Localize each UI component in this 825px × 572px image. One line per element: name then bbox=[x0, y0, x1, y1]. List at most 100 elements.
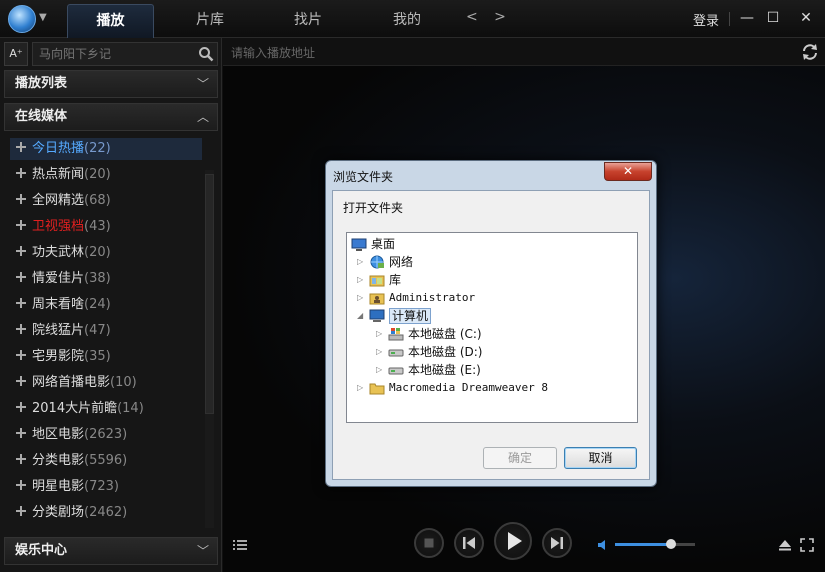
media-item-name: 院线猛片 bbox=[32, 323, 85, 338]
tab-find[interactable]: 找片 bbox=[266, 4, 350, 38]
online-media-item[interactable]: 卫视强档(43) bbox=[10, 216, 202, 238]
online-media-item[interactable]: 今日热播(22) bbox=[10, 138, 202, 160]
tree-expander-icon[interactable]: ▷ bbox=[376, 325, 382, 343]
tab-library[interactable]: 片库 bbox=[168, 4, 252, 38]
online-media-item[interactable]: 地区电影(2623) bbox=[10, 424, 202, 446]
next-button[interactable] bbox=[542, 528, 572, 558]
online-media-item[interactable]: 热点新闻(20) bbox=[10, 164, 202, 186]
media-item-count: (2623) bbox=[84, 427, 128, 442]
folder-tree[interactable]: 桌面 ▷ 网络 ▷ 库 ▷ Administrator ◢ 计算机 ▷ 本地磁盘 (C:) ▷ 本地磁盘… bbox=[346, 232, 638, 423]
media-item-name: 网络首播电影 bbox=[32, 375, 111, 390]
expand-plus-icon[interactable] bbox=[16, 428, 26, 438]
folder-tree-item[interactable]: ▷ 网络 bbox=[347, 253, 637, 271]
desktop-icon bbox=[351, 238, 367, 251]
url-input[interactable]: 请输入播放地址 bbox=[231, 44, 315, 61]
expand-plus-icon[interactable] bbox=[16, 324, 26, 334]
media-item-count: (22) bbox=[84, 141, 111, 156]
sidebar: A⁺ 播放列表 ﹀ 在线媒体 ︿ 今日热播(22) 热点新闻(20) 全网精选(68… bbox=[0, 38, 222, 572]
playlist-header[interactable]: 播放列表 ﹀ bbox=[4, 70, 218, 98]
expand-plus-icon[interactable] bbox=[16, 142, 26, 152]
expand-plus-icon[interactable] bbox=[16, 194, 26, 204]
login-button[interactable]: 登录 bbox=[693, 10, 719, 29]
online-media-item[interactable]: 网络首播电影(10) bbox=[10, 372, 202, 394]
media-item-name: 全网精选 bbox=[32, 193, 85, 208]
expand-plus-icon[interactable] bbox=[16, 402, 26, 412]
expand-plus-icon[interactable] bbox=[16, 220, 26, 230]
folder-tree-label: 本地磁盘 (E:) bbox=[408, 363, 481, 377]
folder-tree-item[interactable]: ▷ Administrator bbox=[347, 289, 637, 307]
online-media-item[interactable]: 明星电影(723) bbox=[10, 476, 202, 498]
folder-tree-item[interactable]: 桌面 bbox=[347, 235, 637, 253]
ok-button[interactable]: 确定 bbox=[483, 447, 557, 469]
media-item-count: (5596) bbox=[84, 453, 128, 468]
cancel-button[interactable]: 取消 bbox=[564, 447, 637, 469]
tree-expander-icon[interactable]: ▷ bbox=[357, 289, 363, 307]
expand-plus-icon[interactable] bbox=[16, 506, 26, 516]
online-media-item[interactable]: 院线猛片(47) bbox=[10, 320, 202, 342]
tab-nav-arrows[interactable]: < > bbox=[466, 9, 512, 25]
expand-plus-icon[interactable] bbox=[16, 168, 26, 178]
tree-expander-icon[interactable]: ▷ bbox=[357, 253, 363, 271]
previous-button[interactable] bbox=[454, 528, 484, 558]
tree-expander-icon[interactable]: ▷ bbox=[376, 361, 382, 379]
chevron-up-icon: ︿ bbox=[196, 110, 209, 124]
tab-play[interactable]: 播放 bbox=[67, 4, 154, 38]
search-input[interactable] bbox=[32, 42, 218, 66]
entertainment-header[interactable]: 娱乐中心 ﹀ bbox=[4, 537, 218, 565]
sidebar-scrollbar[interactable] bbox=[205, 170, 214, 528]
online-media-item[interactable]: 全网精选(68) bbox=[10, 190, 202, 212]
folder-tree-item[interactable]: ◢ 计算机 bbox=[347, 307, 637, 325]
eject-icon[interactable] bbox=[778, 538, 792, 552]
folder-tree-item[interactable]: ▷ 本地磁盘 (C:) bbox=[347, 325, 637, 343]
stop-button[interactable] bbox=[414, 528, 444, 558]
search-icon[interactable] bbox=[198, 46, 214, 62]
playlist-toggle-icon[interactable] bbox=[233, 539, 247, 551]
maximize-button[interactable]: ☐ bbox=[763, 8, 783, 28]
fullscreen-icon[interactable] bbox=[800, 538, 814, 552]
media-item-name: 情爱佳片 bbox=[32, 271, 85, 286]
folder-tree-item[interactable]: ▷ Macromedia Dreamweaver 8 bbox=[347, 379, 637, 397]
font-size-button[interactable]: A⁺ bbox=[4, 42, 28, 66]
folder-tree-item[interactable]: ▷ 本地磁盘 (D:) bbox=[347, 343, 637, 361]
expand-plus-icon[interactable] bbox=[16, 350, 26, 360]
chevron-down-icon: ﹀ bbox=[196, 544, 209, 558]
expand-plus-icon[interactable] bbox=[16, 480, 26, 490]
online-media-item[interactable]: 2014大片前瞻(14) bbox=[10, 398, 202, 420]
volume-slider[interactable] bbox=[615, 539, 695, 549]
online-media-item[interactable]: 分类电影(5596) bbox=[10, 450, 202, 472]
top-bar: ▼ 播放 片库 找片 我的 < > 登录 — ☐ ✕ bbox=[0, 0, 825, 38]
online-media-item[interactable]: 宅男影院(35) bbox=[10, 346, 202, 368]
tree-expander-icon[interactable]: ▷ bbox=[357, 379, 363, 397]
menu-chevron-down-icon[interactable]: ▼ bbox=[39, 12, 47, 23]
tree-expander-icon[interactable]: ▷ bbox=[357, 271, 363, 289]
media-item-count: (20) bbox=[84, 245, 111, 260]
online-media-item[interactable]: 情爱佳片(38) bbox=[10, 268, 202, 290]
folder-tree-item[interactable]: ▷ 库 bbox=[347, 271, 637, 289]
expand-plus-icon[interactable] bbox=[16, 454, 26, 464]
expand-plus-icon[interactable] bbox=[16, 246, 26, 256]
play-button[interactable] bbox=[494, 522, 532, 560]
folder-tree-item[interactable]: ▷ 本地磁盘 (E:) bbox=[347, 361, 637, 379]
next-icon bbox=[551, 537, 563, 549]
folder-tree-label: Macromedia Dreamweaver 8 bbox=[389, 381, 548, 394]
online-media-item[interactable]: 功夫武林(20) bbox=[10, 242, 202, 264]
online-media-header[interactable]: 在线媒体 ︿ bbox=[4, 103, 218, 131]
folder-tree-label: 网络 bbox=[389, 255, 414, 269]
tree-expander-icon[interactable]: ▷ bbox=[376, 343, 382, 361]
tab-mine[interactable]: 我的 bbox=[365, 4, 449, 38]
expand-plus-icon[interactable] bbox=[16, 298, 26, 308]
close-button[interactable]: ✕ bbox=[796, 8, 816, 28]
expand-plus-icon[interactable] bbox=[16, 272, 26, 282]
volume-knob[interactable] bbox=[666, 539, 676, 549]
tree-expander-icon[interactable]: ◢ bbox=[357, 307, 363, 325]
drive-icon bbox=[388, 349, 404, 357]
minimize-button[interactable]: — bbox=[737, 8, 757, 28]
expand-plus-icon[interactable] bbox=[16, 376, 26, 386]
volume-icon[interactable] bbox=[597, 538, 611, 552]
sidebar-scrollbar-thumb[interactable] bbox=[205, 174, 214, 414]
refresh-icon[interactable] bbox=[801, 43, 819, 61]
online-media-item[interactable]: 分类剧场(2462) bbox=[10, 502, 202, 524]
app-logo-icon[interactable] bbox=[8, 5, 36, 33]
dialog-close-button[interactable]: ✕ bbox=[604, 162, 652, 181]
online-media-item[interactable]: 周末看啥(24) bbox=[10, 294, 202, 316]
